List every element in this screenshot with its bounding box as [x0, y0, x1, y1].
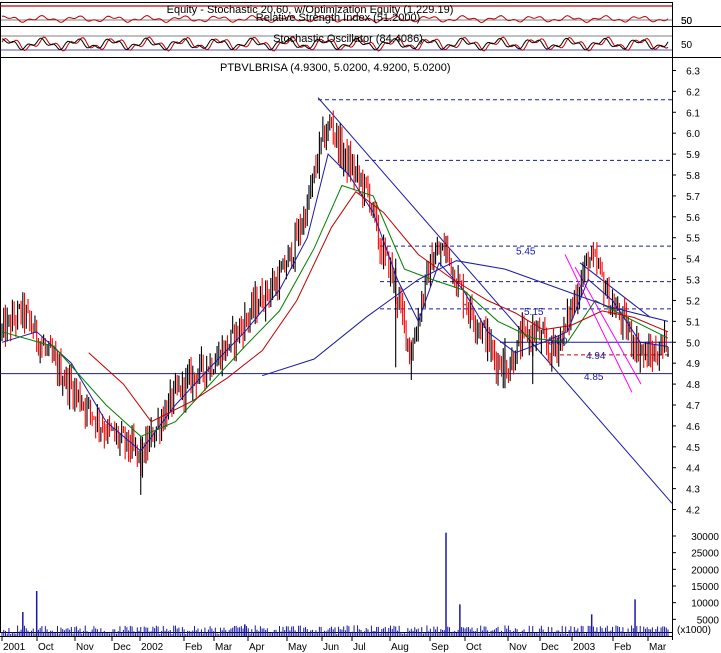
- price-annotation: 4.85: [584, 372, 604, 383]
- x-tick-label: Dec: [113, 642, 131, 653]
- x-tick-label: Nov: [76, 642, 94, 653]
- x-tick-label: Oct: [466, 642, 482, 653]
- price-tick-label: 5.7: [686, 192, 700, 203]
- x-tick-label: 2002: [141, 642, 164, 653]
- price-tick-label: 5.6: [686, 213, 700, 224]
- stoch-title: Stochastic Oscillator (84.4086): [273, 33, 423, 45]
- price-annotation: 5.45: [516, 246, 536, 257]
- price-tick-label: 6.3: [686, 66, 700, 77]
- volume-tick-label: 20000: [691, 565, 719, 576]
- price-tick-label: 5.1: [686, 317, 700, 328]
- price-annotation: 5.15: [524, 307, 544, 318]
- x-tick-label: Aug: [391, 642, 409, 653]
- x-tick-label: Sep: [431, 642, 449, 653]
- x-tick-label: Mar: [215, 642, 233, 653]
- price-annotation: 5.00: [548, 336, 568, 347]
- x-tick-label: Feb: [185, 642, 203, 653]
- price-tick-label: 5.5: [686, 234, 700, 245]
- rsi-axis-tick: 50: [681, 16, 693, 27]
- x-tick-label: Oct: [38, 642, 54, 653]
- price-tick-label: 4.8: [686, 380, 700, 391]
- price-title: PTBVLBRISA (4.9300, 5.0200, 4.9200, 5.02…: [220, 62, 451, 74]
- price-tick-label: 5.2: [686, 296, 700, 307]
- x-tick-label: Feb: [614, 642, 632, 653]
- volume-unit-label: (x1000): [677, 625, 711, 636]
- x-tick-label: Jul: [353, 642, 366, 653]
- x-tick-label: Dec: [541, 642, 559, 653]
- rsi-title: Relative Strength Index (51.2000): [256, 12, 421, 24]
- price-tick-label: 6.2: [686, 87, 700, 98]
- stock-chart: 50 50 50 5.455.155.004.944.85 6.36.26.16…: [0, 0, 721, 653]
- price-tick-label: 4.7: [686, 401, 700, 412]
- x-tick-label: May: [288, 642, 307, 653]
- price-tick-label: 4.6: [686, 422, 700, 433]
- price-tick-label: 4.3: [686, 485, 700, 496]
- price-tick-label: 6.0: [686, 129, 700, 140]
- x-tick-label: Nov: [509, 642, 527, 653]
- volume-tick-label: 15000: [691, 582, 719, 593]
- price-tick-label: 4.4: [686, 464, 700, 475]
- price-tick-label: 4.5: [686, 443, 700, 454]
- price-tick-label: 4.9: [686, 359, 700, 370]
- price-tick-label: 5.9: [686, 150, 700, 161]
- price-tick-label: 5.8: [686, 171, 700, 182]
- chart-background: [0, 0, 721, 653]
- price-annotation: 4.94: [586, 351, 606, 362]
- price-tick-label: 4.2: [686, 506, 700, 517]
- stoch-axis-tick: 50: [681, 40, 693, 51]
- x-tick-label: 2003: [573, 642, 596, 653]
- volume-tick-label: 25000: [691, 549, 719, 560]
- price-tick-label: 6.1: [686, 108, 700, 119]
- volume-tick-label: 30000: [691, 532, 719, 543]
- x-tick-label: Apr: [249, 642, 265, 653]
- price-tick-label: 5.0: [686, 338, 700, 349]
- x-tick-label: Mar: [649, 642, 667, 653]
- price-tick-label: 5.4: [686, 255, 700, 266]
- x-tick-label: Jun: [323, 642, 339, 653]
- x-tick-label: 2001: [3, 642, 26, 653]
- volume-tick-label: 10000: [691, 599, 719, 610]
- price-tick-label: 5.3: [686, 276, 700, 287]
